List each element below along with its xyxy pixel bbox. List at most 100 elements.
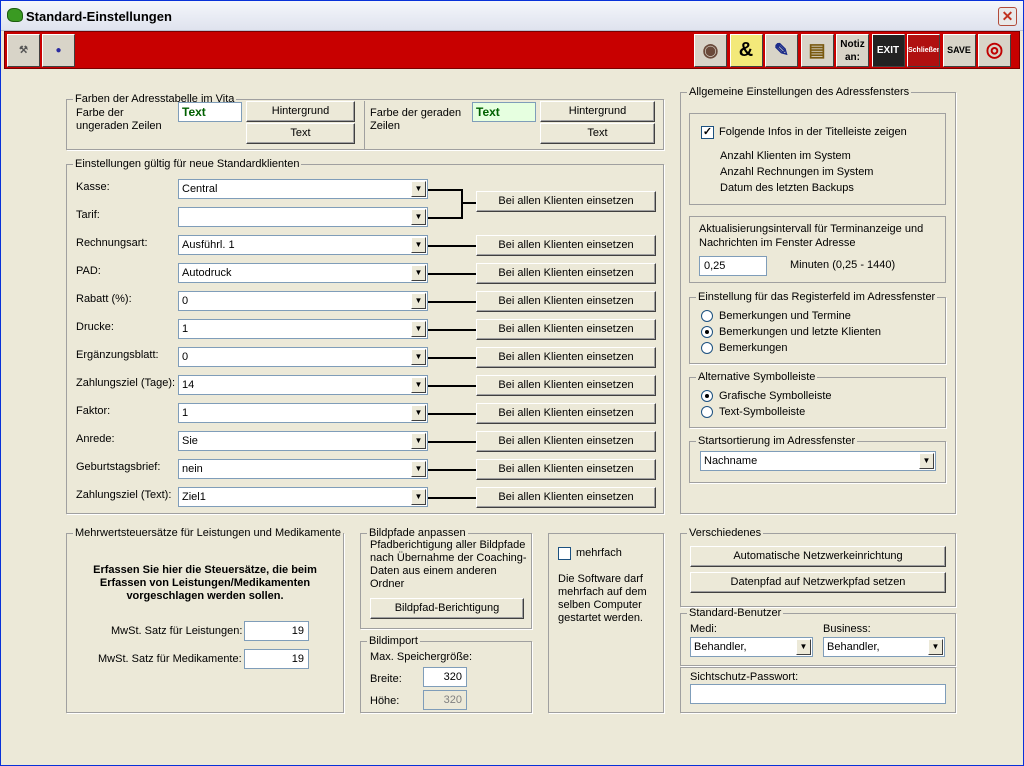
apply-all-button[interactable]: Bei allen Klienten einsetzen [476, 263, 656, 284]
save-icon[interactable]: SAVE [942, 34, 976, 67]
notiz-an-icon-glyph: Notiz an: [840, 39, 865, 63]
field-combobox[interactable]: 14 ▼ [178, 375, 428, 395]
schliessen-icon[interactable]: Schließen [907, 34, 940, 67]
chevron-down-icon[interactable]: ▼ [411, 237, 426, 253]
info-backup: Datum des letzten Backups [720, 182, 854, 194]
chevron-down-icon[interactable]: ▼ [928, 639, 943, 655]
ampersand-icon[interactable]: & [729, 34, 763, 67]
mwst-legend: Mehrwertsteuersätze für Leistungen und M… [75, 527, 341, 539]
chevron-down-icon[interactable]: ▼ [411, 209, 426, 225]
field-combobox[interactable]: Ausführl. 1 ▼ [178, 235, 428, 255]
book-icon[interactable]: ▤ [800, 34, 834, 67]
chevron-down-icon[interactable]: ▼ [411, 349, 426, 365]
symbol-radio[interactable] [701, 406, 713, 418]
connector-line [428, 469, 476, 471]
medi-combobox[interactable]: Behandler, ▼ [690, 637, 813, 657]
verschiedenes-group: Verschiedenes [680, 527, 956, 607]
field-combobox[interactable]: 1 ▼ [178, 403, 428, 423]
chevron-down-icon[interactable]: ▼ [796, 639, 811, 655]
field-combobox[interactable]: ▼ [178, 207, 428, 227]
notiz-an-icon[interactable]: Notiz an: [836, 34, 869, 67]
apply-all-button[interactable]: Bei allen Klienten einsetzen [476, 319, 656, 340]
target-icon[interactable]: ◎ [978, 34, 1011, 67]
bracket-line [428, 217, 463, 219]
toolbar: ⚒ ● ◉ & ✎ ▤ Notiz an: EXIT Schließen SAVE ◎ [4, 31, 1020, 69]
eye-icon[interactable]: ◉ [694, 34, 727, 67]
business-combobox[interactable]: Behandler, ▼ [823, 637, 945, 657]
mehrfach-checkbox[interactable] [558, 547, 571, 560]
chevron-down-icon[interactable]: ▼ [411, 405, 426, 421]
billiard-icon[interactable]: ● [42, 34, 75, 67]
apply-all-button[interactable]: Bei allen Klienten einsetzen [476, 487, 656, 508]
chevron-down-icon[interactable]: ▼ [411, 321, 426, 337]
chevron-down-icon[interactable]: ▼ [411, 461, 426, 477]
apply-all-kasse-tarif-button[interactable]: Bei allen Klienten einsetzen [476, 191, 656, 212]
field-combobox[interactable]: Central ▼ [178, 179, 428, 199]
sort-legend: Startsortierung im Adressfenster [698, 435, 856, 447]
apply-all-button[interactable]: Bei allen Klienten einsetzen [476, 347, 656, 368]
mwst-medikamente-input[interactable]: 19 [244, 649, 309, 669]
strike-pen-icon[interactable]: ✎ [765, 34, 798, 67]
sort-value: Nachname [704, 455, 758, 467]
breite-label: Breite: [370, 673, 402, 685]
register-option-label: Bemerkungen und letzte Klienten [719, 326, 882, 338]
chevron-down-icon[interactable]: ▼ [411, 377, 426, 393]
apply-all-button[interactable]: Bei allen Klienten einsetzen [476, 235, 656, 256]
apply-all-button[interactable]: Bei allen Klienten einsetzen [476, 459, 656, 480]
field-combobox[interactable]: 0 ▼ [178, 347, 428, 367]
field-combobox[interactable]: Sie ▼ [178, 431, 428, 451]
symbol-radio[interactable] [701, 390, 713, 402]
netzwerk-button[interactable]: Automatische Netzwerkeinrichtung [690, 546, 946, 567]
datenpfad-button[interactable]: Datenpfad auf Netzwerkpfad setzen [690, 572, 946, 593]
chevron-down-icon[interactable]: ▼ [919, 453, 934, 469]
even-hintergrund-button[interactable]: Hintergrund [540, 101, 655, 122]
even-text-button[interactable]: Text [540, 123, 655, 144]
connector-line [428, 497, 476, 499]
eye-icon-glyph: ◉ [702, 40, 719, 60]
apply-all-button[interactable]: Bei allen Klienten einsetzen [476, 403, 656, 424]
apply-all-button[interactable]: Bei allen Klienten einsetzen [476, 375, 656, 396]
hoehe-input: 320 [423, 690, 467, 710]
chevron-down-icon[interactable]: ▼ [411, 293, 426, 309]
apply-all-button[interactable]: Bei allen Klienten einsetzen [476, 431, 656, 452]
bildpfad-berichtigung-button[interactable]: Bildpfad-Berichtigung [370, 598, 524, 619]
chevron-down-icon[interactable]: ▼ [411, 181, 426, 197]
field-combobox[interactable]: nein ▼ [178, 459, 428, 479]
breite-input[interactable]: 320 [423, 667, 467, 687]
intervall-input[interactable]: 0,25 [699, 256, 767, 276]
apply-all-button[interactable]: Bei allen Klienten einsetzen [476, 291, 656, 312]
book-icon-glyph: ▤ [808, 40, 826, 60]
exit-icon[interactable]: EXIT [871, 34, 905, 67]
field-label: Anrede: [76, 433, 115, 445]
register-radio[interactable] [701, 326, 713, 338]
close-window-button[interactable]: ✕ [998, 7, 1017, 26]
chevron-down-icon[interactable]: ▼ [411, 265, 426, 281]
sichtschutz-input[interactable] [690, 684, 946, 704]
field-value: 1 [182, 323, 189, 335]
farben-divider [364, 101, 365, 149]
sort-combobox[interactable]: Nachname ▼ [700, 451, 936, 471]
field-value: 0 [182, 351, 189, 363]
chevron-down-icon[interactable]: ▼ [411, 433, 426, 449]
register-radio[interactable] [701, 310, 713, 322]
chevron-down-icon[interactable]: ▼ [411, 489, 426, 505]
odd-hintergrund-button[interactable]: Hintergrund [246, 101, 355, 122]
field-combobox[interactable]: Ziel1 ▼ [178, 487, 428, 507]
field-combobox[interactable]: 1 ▼ [178, 319, 428, 339]
connector-line [428, 245, 476, 247]
medi-label: Medi: [690, 623, 717, 635]
titelleiste-checkbox[interactable]: ✓ [701, 126, 714, 139]
odd-rows-color-sample: Text [178, 102, 242, 122]
register-radio[interactable] [701, 342, 713, 354]
mwst-leistungen-input[interactable]: 19 [244, 621, 309, 641]
field-label: Rechnungsart: [76, 237, 148, 249]
field-combobox[interactable]: 0 ▼ [178, 291, 428, 311]
field-combobox[interactable]: Autodruck ▼ [178, 263, 428, 283]
odd-text-button[interactable]: Text [246, 123, 355, 144]
odd-rows-label: Farbe der ungeraden Zeilen [76, 107, 162, 132]
window-title: Standard-Einstellungen [26, 9, 172, 24]
tools-icon[interactable]: ⚒ [7, 34, 40, 67]
intervall-label: Aktualisierungsintervall für Terminanzei… [699, 223, 924, 249]
bracket-line [461, 189, 463, 219]
hoehe-label: Höhe: [370, 695, 400, 707]
